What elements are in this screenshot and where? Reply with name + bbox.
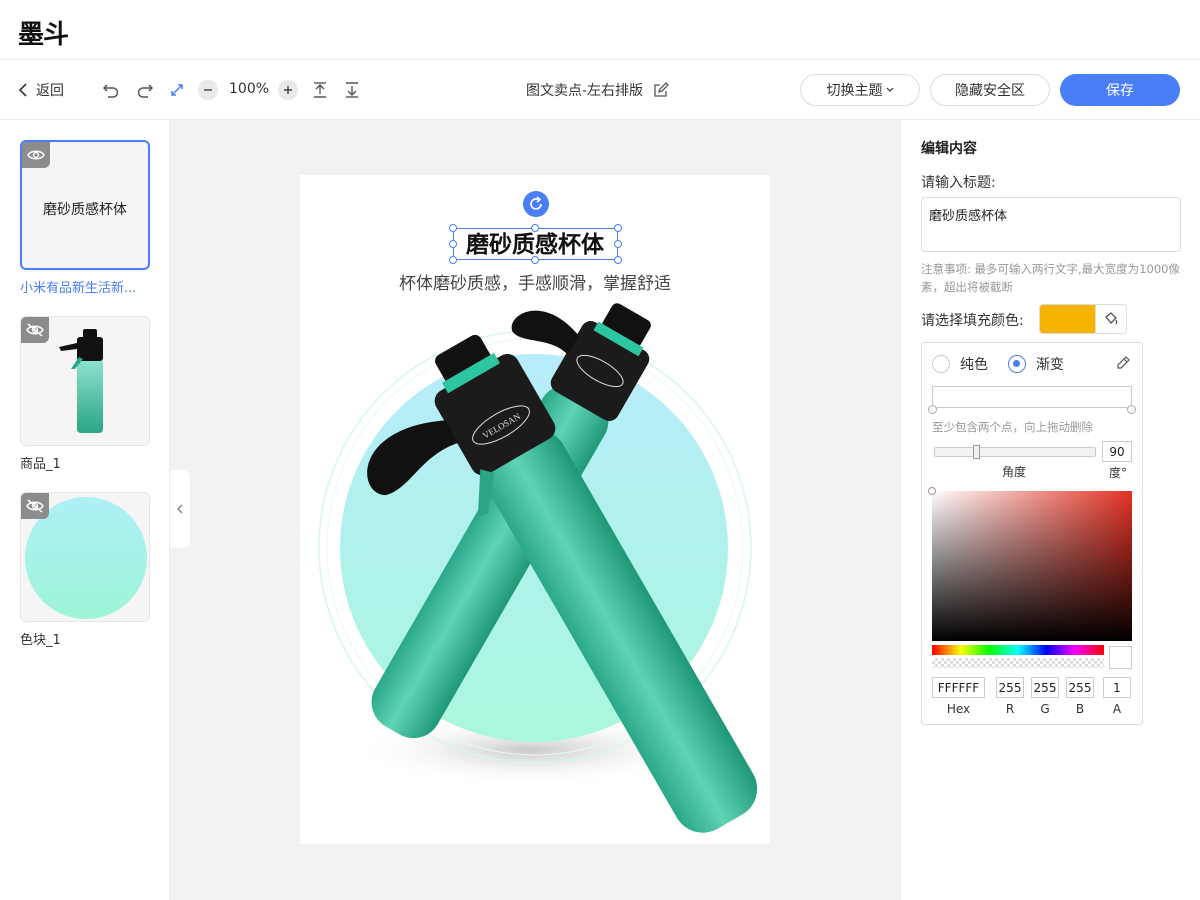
chevron-left-icon	[18, 83, 27, 97]
b-label: B	[1075, 702, 1085, 716]
collapse-panel-button[interactable]	[170, 470, 190, 548]
design-canvas[interactable]: VELOSAN 磨砂质感杯体 杯体磨砂质感，手感顺滑，掌握舒适	[300, 175, 770, 844]
document-title: 图文卖点-左右排版	[526, 80, 669, 100]
app-logo[interactable]: 墨斗	[18, 14, 69, 51]
canvas-title[interactable]: 磨砂质感杯体	[300, 225, 770, 259]
layer-thumb-text: 磨砂质感杯体	[43, 202, 127, 218]
gradient-hint: 至少包含两个点，向上拖动删除	[932, 420, 1093, 434]
r-label: R	[1005, 702, 1015, 716]
g-label: G	[1040, 702, 1050, 716]
eye-off-icon	[26, 499, 44, 513]
angle-label: 角度	[1002, 465, 1027, 479]
g-input[interactable]: 255	[1031, 677, 1059, 698]
eye-off-icon	[26, 323, 44, 337]
rotate-handle[interactable]	[523, 191, 549, 217]
hex-input[interactable]: FFFFFF	[932, 677, 985, 698]
move-layer-up-icon[interactable]	[309, 79, 331, 101]
gradient-label[interactable]: 渐变	[1036, 354, 1064, 374]
gradient-stop[interactable]	[928, 405, 937, 414]
visibility-toggle[interactable]	[21, 317, 49, 343]
color-cursor[interactable]	[928, 487, 936, 495]
brand-bar: 墨斗	[0, 0, 1200, 60]
hide-safe-area-button[interactable]: 隐藏安全区	[930, 74, 1050, 106]
saturation-value-area[interactable]	[932, 491, 1132, 641]
switch-theme-button[interactable]: 切换主题	[800, 74, 920, 106]
chevron-down-icon	[886, 87, 893, 92]
angle-input[interactable]: 90	[1102, 441, 1132, 462]
document-title-text: 图文卖点-左右排版	[526, 83, 644, 99]
a-input[interactable]: 1	[1103, 677, 1131, 698]
solid-radio[interactable]	[932, 355, 950, 373]
visibility-toggle[interactable]	[22, 142, 50, 168]
back-label: 返回	[36, 83, 64, 99]
editor-toolbar: 返回 100% 图文卖点-左右排版 切换主题 隐藏安全区 保存	[0, 60, 1200, 120]
redo-icon[interactable]	[134, 79, 156, 101]
title-note: 注意事项: 最多可输入两行文字,最大宽度为1000像素，超出将被截断	[921, 262, 1180, 294]
layer-thumbnail-shape[interactable]	[20, 492, 150, 622]
solid-label[interactable]: 纯色	[960, 354, 988, 374]
chevron-left-icon	[177, 504, 183, 514]
hex-label: Hex	[946, 702, 971, 716]
r-input[interactable]: 255	[996, 677, 1024, 698]
gradient-radio[interactable]	[1008, 355, 1026, 373]
alpha-slider[interactable]	[932, 658, 1104, 668]
properties-panel: 编辑内容 请输入标题: 磨砂质感杯体 注意事项: 最多可输入两行文字,最大宽度为…	[900, 120, 1200, 900]
visibility-toggle[interactable]	[21, 493, 49, 519]
angle-slider[interactable]	[934, 445, 1096, 459]
paint-bucket-icon[interactable]	[1095, 305, 1126, 333]
zoom-level: 100%	[229, 81, 270, 97]
b-input[interactable]: 255	[1066, 677, 1094, 698]
zoom-in-button[interactable]	[278, 80, 298, 100]
rotate-icon	[530, 196, 542, 210]
angle-slider-thumb[interactable]	[973, 445, 980, 459]
minus-icon	[204, 89, 212, 91]
gradient-color-picker: 纯色 渐变 至少包含两个点，向上拖动删除 90 角度 度° FFFFFF 255…	[921, 342, 1143, 725]
title-field-label: 请输入标题:	[921, 175, 996, 191]
fill-color-label: 请选择填充颜色:	[921, 313, 1024, 329]
panel-heading: 编辑内容	[921, 141, 977, 157]
edit-icon[interactable]	[653, 82, 669, 98]
layer-thumbnail-product[interactable]	[20, 316, 150, 446]
zoom-out-button[interactable]	[198, 80, 218, 100]
layers-panel: 磨砂质感杯体 小米有品新生活新... 商品_1 色块_1	[0, 120, 170, 900]
layer-thumbnail-title[interactable]: 磨砂质感杯体	[20, 140, 150, 270]
layer-name[interactable]: 商品_1	[20, 453, 155, 472]
fit-screen-icon[interactable]	[166, 79, 188, 101]
eyedropper-icon[interactable]	[1115, 355, 1131, 371]
fill-mode-options: 纯色 渐变	[932, 354, 1064, 374]
save-button[interactable]: 保存	[1060, 74, 1180, 106]
degree-label: 度°	[1109, 466, 1128, 480]
fill-color-swatch[interactable]	[1040, 305, 1095, 333]
eye-icon	[27, 150, 45, 160]
title-input[interactable]: 磨砂质感杯体	[921, 197, 1181, 252]
a-label: A	[1112, 702, 1122, 716]
back-button[interactable]: 返回	[18, 80, 64, 100]
hue-slider[interactable]	[932, 645, 1104, 655]
switch-theme-label: 切换主题	[826, 83, 883, 99]
gradient-bar[interactable]	[932, 386, 1132, 408]
fill-color-picker[interactable]	[1039, 304, 1127, 334]
layer-name[interactable]: 小米有品新生活新...	[20, 277, 155, 296]
undo-icon[interactable]	[100, 79, 122, 101]
plus-icon	[284, 86, 292, 94]
layer-name[interactable]: 色块_1	[20, 629, 155, 648]
canvas-subtitle[interactable]: 杯体磨砂质感，手感顺滑，掌握舒适	[300, 269, 770, 294]
gradient-stop[interactable]	[1127, 405, 1136, 414]
color-preview	[1109, 646, 1132, 669]
move-layer-down-icon[interactable]	[341, 79, 363, 101]
